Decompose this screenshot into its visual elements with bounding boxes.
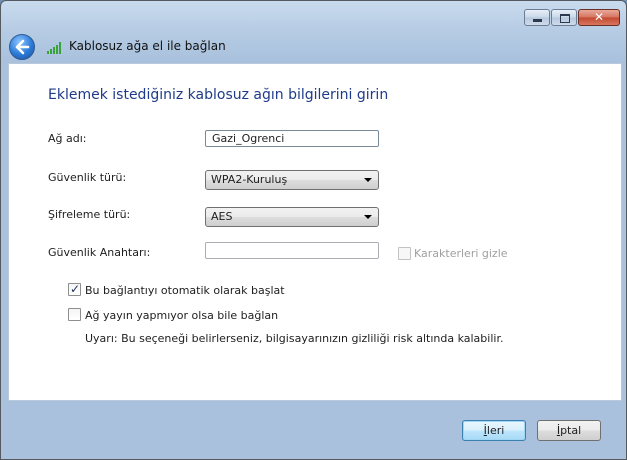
content-panel: Eklemek istediğiniz kablosuz ağın bilgil… bbox=[8, 63, 622, 401]
back-button[interactable] bbox=[9, 34, 35, 60]
encryption-type-label: Şifreleme türü: bbox=[48, 208, 131, 221]
connect-hidden-label: Ağ yayın yapmıyor olsa bile bağlan bbox=[85, 309, 279, 322]
encryption-type-select[interactable]: AES bbox=[205, 207, 379, 227]
maximize-icon bbox=[560, 14, 570, 23]
close-icon: ✕ bbox=[593, 10, 605, 24]
chevron-down-icon bbox=[364, 178, 372, 182]
maximize-button[interactable] bbox=[551, 9, 577, 26]
minimize-button[interactable] bbox=[524, 9, 550, 26]
cancel-label: ptal bbox=[560, 424, 582, 437]
close-button[interactable]: ✕ bbox=[578, 9, 620, 26]
security-type-value: WPA2-Kuruluş bbox=[211, 173, 288, 186]
network-name-label: Ağ adı: bbox=[48, 132, 87, 145]
minimize-icon bbox=[533, 19, 542, 22]
hide-characters-label: Karakterleri gizle bbox=[414, 247, 508, 260]
checkmark-icon: ✓ bbox=[70, 282, 81, 296]
back-arrow-icon bbox=[15, 39, 30, 55]
page-heading: Eklemek istediğiniz kablosuz ağın bilgil… bbox=[48, 87, 389, 103]
privacy-warning-text: Uyarı: Bu seçeneği belirlerseniz, bilgis… bbox=[85, 332, 504, 345]
next-button[interactable]: İleri bbox=[462, 420, 526, 441]
network-name-input[interactable]: Gazi_Ogrenci bbox=[205, 130, 379, 147]
auto-connect-label: Bu bağlantıyı otomatik olarak başlat bbox=[85, 284, 285, 297]
security-key-input[interactable] bbox=[205, 242, 379, 259]
hide-characters-checkbox[interactable] bbox=[398, 247, 411, 260]
security-type-label: Güvenlik türü: bbox=[48, 171, 127, 184]
wireless-signal-icon bbox=[47, 42, 61, 54]
cancel-button[interactable]: İptal bbox=[537, 420, 601, 441]
next-label: leri bbox=[486, 424, 505, 437]
caption-buttons: ✕ bbox=[523, 9, 620, 26]
security-type-select[interactable]: WPA2-Kuruluş bbox=[205, 170, 379, 190]
auto-connect-checkbox[interactable]: ✓ bbox=[68, 282, 81, 296]
encryption-type-value: AES bbox=[211, 210, 233, 223]
dialog-window: ✕ Kablosuz ağa el ile bağlan Eklemek ist… bbox=[0, 0, 627, 460]
navigation-bar: Kablosuz ağa el ile bağlan bbox=[7, 32, 617, 60]
window-title: Kablosuz ağa el ile bağlan bbox=[69, 39, 226, 53]
dialog-footer: İleri İptal bbox=[1, 400, 626, 459]
chevron-down-icon bbox=[364, 215, 372, 219]
security-key-label: Güvenlik Anahtarı: bbox=[48, 246, 151, 259]
connect-hidden-checkbox[interactable] bbox=[68, 308, 81, 321]
